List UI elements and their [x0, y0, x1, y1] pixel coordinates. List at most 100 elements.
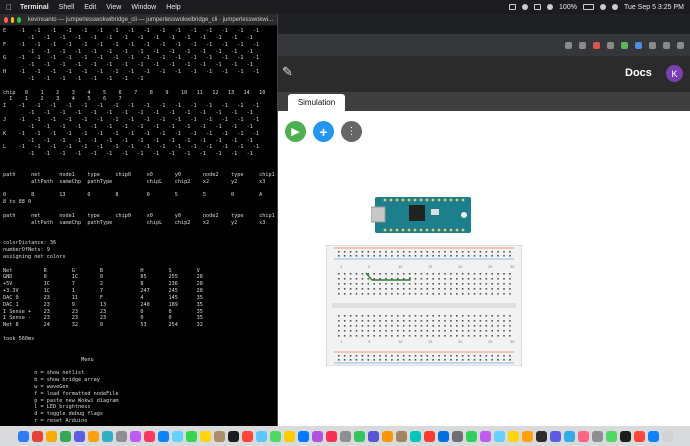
breadboard-hole[interactable] [338, 273, 340, 275]
breadboard-hole[interactable] [456, 355, 458, 357]
breadboard-hole[interactable] [402, 359, 405, 361]
dock-app-icon[interactable] [451, 430, 463, 442]
breadboard-hole[interactable] [467, 255, 470, 257]
breadboard-hole[interactable] [367, 315, 370, 317]
breadboard-hole[interactable] [426, 335, 429, 337]
breadboard-hole[interactable] [367, 325, 370, 327]
breadboard-hole[interactable] [408, 251, 411, 253]
breadboard-hole[interactable] [438, 288, 440, 290]
breadboard-hole[interactable] [414, 325, 417, 327]
breadboard[interactable]: 1 5 10 15 20 25 30 1 5 10 15 20 25 30 [326, 245, 522, 366]
breadboard-hole[interactable] [361, 359, 364, 361]
breadboard-hole[interactable] [461, 335, 464, 337]
breadboard-hole[interactable] [485, 335, 488, 337]
breadboard-hole[interactable] [373, 335, 375, 337]
breadboard-hole[interactable] [473, 359, 476, 361]
dock-app-icon[interactable] [227, 430, 239, 442]
more-options-button[interactable]: ⋮ [341, 121, 362, 142]
breadboard-hole[interactable] [497, 273, 499, 275]
breadboard-hole[interactable] [414, 293, 417, 295]
breadboard-hole[interactable] [491, 325, 493, 327]
breadboard-hole[interactable] [509, 335, 511, 337]
dock-app-icon[interactable] [563, 430, 575, 442]
breadboard-hole[interactable] [485, 283, 488, 285]
breadboard-hole[interactable] [385, 273, 387, 275]
breadboard-hole[interactable] [467, 330, 470, 332]
dock-app-icon[interactable] [381, 430, 393, 442]
breadboard-hole[interactable] [438, 355, 440, 357]
breadboard-hole[interactable] [503, 355, 505, 357]
breadboard-hole[interactable] [456, 273, 458, 275]
breadboard-hole[interactable] [491, 359, 493, 361]
breadboard-hole[interactable] [450, 251, 452, 253]
breadboard-hole[interactable] [349, 288, 352, 290]
breadboard-hole[interactable] [485, 255, 488, 257]
breadboard-hole[interactable] [391, 335, 393, 337]
breadboard-hole[interactable] [491, 273, 493, 275]
breadboard-hole[interactable] [456, 315, 458, 317]
breadboard-hole[interactable] [391, 315, 393, 317]
breadboard-hole[interactable] [426, 315, 429, 317]
breadboard-hole[interactable] [461, 283, 464, 285]
breadboard-hole[interactable] [509, 273, 511, 275]
dock-app-icon[interactable] [185, 430, 197, 442]
breadboard-hole[interactable] [420, 251, 423, 253]
breadboard-hole[interactable] [432, 325, 434, 327]
breadboard-hole[interactable] [420, 273, 423, 275]
breadboard-hole[interactable] [349, 283, 352, 285]
breadboard-hole[interactable] [450, 283, 452, 285]
breadboard-hole[interactable] [456, 251, 458, 253]
breadboard-hole[interactable] [367, 320, 370, 322]
breadboard-hole[interactable] [391, 355, 393, 357]
breadboard-hole[interactable] [373, 325, 375, 327]
breadboard-hole[interactable] [450, 293, 452, 295]
breadboard-hole[interactable] [503, 359, 505, 361]
breadboard-hole[interactable] [485, 315, 488, 317]
breadboard-hole[interactable] [397, 320, 399, 322]
breadboard-hole[interactable] [397, 355, 399, 357]
breadboard-hole[interactable] [379, 315, 381, 317]
dock-app-icon[interactable] [115, 430, 127, 442]
breadboard-hole[interactable] [438, 315, 440, 317]
breadboard-hole[interactable] [349, 293, 352, 295]
breadboard-hole[interactable] [473, 320, 476, 322]
breadboard-hole[interactable] [414, 273, 417, 275]
breadboard-hole[interactable] [467, 293, 470, 295]
breadboard-hole[interactable] [467, 283, 470, 285]
breadboard-hole[interactable] [338, 251, 340, 253]
dock-app-icon[interactable] [269, 430, 281, 442]
breadboard-hole[interactable] [343, 355, 346, 357]
breadboard-hole[interactable] [397, 335, 399, 337]
breadboard-hole[interactable] [491, 255, 493, 257]
breadboard-hole[interactable] [444, 251, 446, 253]
breadboard-hole[interactable] [467, 359, 470, 361]
breadboard-hole[interactable] [349, 273, 352, 275]
breadboard-hole[interactable] [373, 283, 375, 285]
breadboard-hole[interactable] [473, 255, 476, 257]
screen-icon[interactable] [509, 4, 517, 10]
dock-app-icon[interactable] [171, 430, 183, 442]
battery-icon[interactable] [582, 4, 594, 10]
arduino-nano[interactable] [371, 193, 473, 235]
breadboard-hole[interactable] [432, 355, 434, 357]
breadboard-hole[interactable] [402, 288, 405, 290]
breadboard-hole[interactable] [438, 293, 440, 295]
menu-help[interactable]: Help [166, 4, 180, 11]
breadboard-hole[interactable] [503, 251, 505, 253]
breadboard-hole[interactable] [491, 283, 493, 285]
breadboard-hole[interactable] [420, 293, 423, 295]
breadboard-hole[interactable] [491, 330, 493, 332]
breadboard-hole[interactable] [385, 255, 387, 257]
breadboard-hole[interactable] [450, 278, 452, 280]
breadboard-hole[interactable] [343, 315, 346, 317]
breadboard-hole[interactable] [349, 251, 352, 253]
breadboard-hole[interactable] [491, 355, 493, 357]
breadboard-hole[interactable] [497, 293, 499, 295]
breadboard-hole[interactable] [444, 283, 446, 285]
breadboard-hole[interactable] [397, 330, 399, 332]
breadboard-hole[interactable] [491, 278, 493, 280]
breadboard-hole[interactable] [438, 283, 440, 285]
breadboard-hole[interactable] [367, 251, 370, 253]
breadboard-hole[interactable] [473, 273, 476, 275]
dock-app-icon[interactable] [647, 430, 659, 442]
